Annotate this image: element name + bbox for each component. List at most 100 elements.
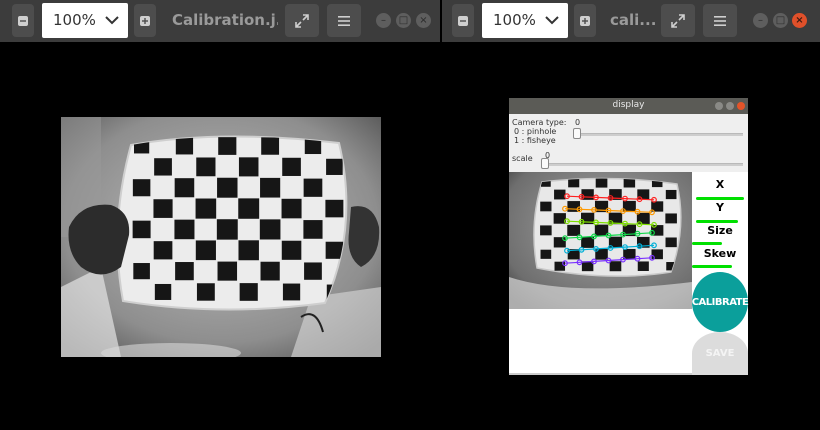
- maximize-button[interactable]: □: [773, 13, 788, 28]
- checker-square: [238, 157, 259, 177]
- checker-square: [326, 158, 343, 175]
- display-title: display: [612, 100, 645, 110]
- camera-type-slider-thumb[interactable]: [573, 128, 581, 139]
- checker-square: [217, 261, 238, 281]
- checker-square: [282, 283, 301, 301]
- checker-square: [154, 158, 172, 176]
- maximize-button[interactable]: □: [396, 13, 411, 28]
- zoom-out-button[interactable]: [452, 4, 474, 37]
- checker-square: [238, 240, 259, 261]
- skew-label: Skew: [703, 247, 737, 260]
- checker-square: [238, 198, 260, 219]
- checker-square: [132, 220, 151, 239]
- calibrate-button[interactable]: CALIBRATE: [692, 272, 749, 332]
- close-icon: ×: [795, 14, 804, 26]
- camera-type-label: Camera type:: [512, 118, 567, 127]
- checker-square: [154, 283, 172, 300]
- save-button[interactable]: SAVE: [692, 332, 748, 375]
- image-viewer-window-left: 100% Calibration.j... – □ ×: [0, 0, 440, 430]
- window-title: cali...: [610, 11, 656, 29]
- camera-option-pinhole: 0 : pinhole: [514, 127, 557, 136]
- size-label: Size: [707, 224, 733, 237]
- zoom-value: 100%: [53, 11, 96, 29]
- scale-trackbar[interactable]: [543, 163, 743, 166]
- menu-icon: [338, 15, 350, 26]
- fullscreen-button[interactable]: [285, 4, 319, 37]
- display-titlebar: display: [509, 98, 748, 114]
- checker-square: [281, 240, 302, 260]
- checker-square: [175, 262, 194, 281]
- checker-square: [195, 198, 217, 219]
- checker-square: [217, 177, 238, 198]
- minimize-button[interactable]: –: [376, 13, 391, 28]
- minimize-button[interactable]: –: [753, 13, 768, 28]
- checker-square: [132, 179, 151, 197]
- display-window: display Camera type: 0 : pinhole 1 : fis…: [509, 98, 749, 375]
- zoom-out-button[interactable]: [12, 4, 34, 37]
- checker-square: [609, 261, 622, 272]
- menu-button[interactable]: [703, 4, 737, 37]
- scale-slider-thumb[interactable]: [541, 158, 549, 169]
- chevron-down-icon: [545, 16, 559, 25]
- fullscreen-icon: [671, 13, 685, 28]
- checker-square: [665, 213, 677, 224]
- plus-icon: [140, 15, 150, 26]
- checker-square: [196, 157, 216, 177]
- display-close-button[interactable]: [737, 102, 745, 110]
- fullscreen-button[interactable]: [661, 4, 695, 37]
- menu-button[interactable]: [327, 4, 361, 37]
- x-progress-bar: [696, 197, 744, 200]
- skew-progress-bar: [692, 265, 732, 268]
- minimize-icon: –: [381, 14, 386, 26]
- checker-square: [554, 189, 566, 200]
- minus-icon: [18, 15, 28, 26]
- checker-square: [260, 177, 281, 198]
- checker-square: [282, 157, 301, 176]
- display-minimize-button[interactable]: [715, 102, 723, 110]
- maximize-icon: □: [398, 14, 409, 26]
- checker-square: [540, 225, 552, 236]
- checker-square: [239, 283, 258, 301]
- close-button[interactable]: ×: [416, 13, 431, 28]
- scale-label: scale: [512, 154, 533, 163]
- checker-square: [174, 219, 195, 240]
- checker-square: [196, 283, 215, 301]
- calibration-photo: [61, 117, 381, 357]
- chevron-down-icon: [105, 16, 119, 25]
- camera-preview: [509, 172, 692, 309]
- checker-square: [174, 178, 195, 198]
- display-maximize-button[interactable]: [726, 102, 734, 110]
- checker-square: [665, 237, 677, 248]
- trackbar-panel: Camera type: 0 : pinhole 1 : fisheye 0 s…: [509, 114, 748, 172]
- checker-square: [553, 237, 566, 248]
- checker-square: [260, 261, 280, 281]
- window-title: Calibration.j...: [172, 11, 278, 29]
- size-progress-bar: [692, 242, 722, 245]
- checker-square: [175, 137, 194, 155]
- checker-square: [133, 263, 150, 280]
- calibration-sidebar: X Y Size Skew CALIBRATE SAVE: [692, 172, 749, 375]
- plus-icon: [580, 15, 590, 26]
- zoom-select[interactable]: 100%: [42, 3, 128, 38]
- checker-square: [554, 261, 566, 271]
- maximize-icon: □: [775, 14, 786, 26]
- zoom-value: 100%: [493, 11, 536, 29]
- checker-square: [595, 178, 608, 188]
- zoom-select[interactable]: 100%: [482, 3, 568, 38]
- checker-square: [259, 219, 281, 240]
- zoom-in-button[interactable]: [134, 4, 156, 37]
- checker-square: [303, 220, 323, 239]
- display-bottom-edge: [509, 373, 692, 375]
- checker-square: [325, 199, 344, 218]
- y-label: Y: [716, 201, 724, 214]
- checker-square: [195, 240, 216, 261]
- close-button[interactable]: ×: [792, 13, 807, 28]
- checker-square: [153, 199, 173, 218]
- camera-type-value: 0: [575, 118, 581, 127]
- minus-icon: [458, 15, 468, 26]
- checker-square: [540, 249, 552, 259]
- zoom-in-button[interactable]: [574, 4, 596, 37]
- titlebar: 100% Calibration.j... – □ ×: [0, 0, 440, 42]
- fullscreen-icon: [295, 13, 309, 28]
- camera-type-trackbar[interactable]: [575, 133, 743, 136]
